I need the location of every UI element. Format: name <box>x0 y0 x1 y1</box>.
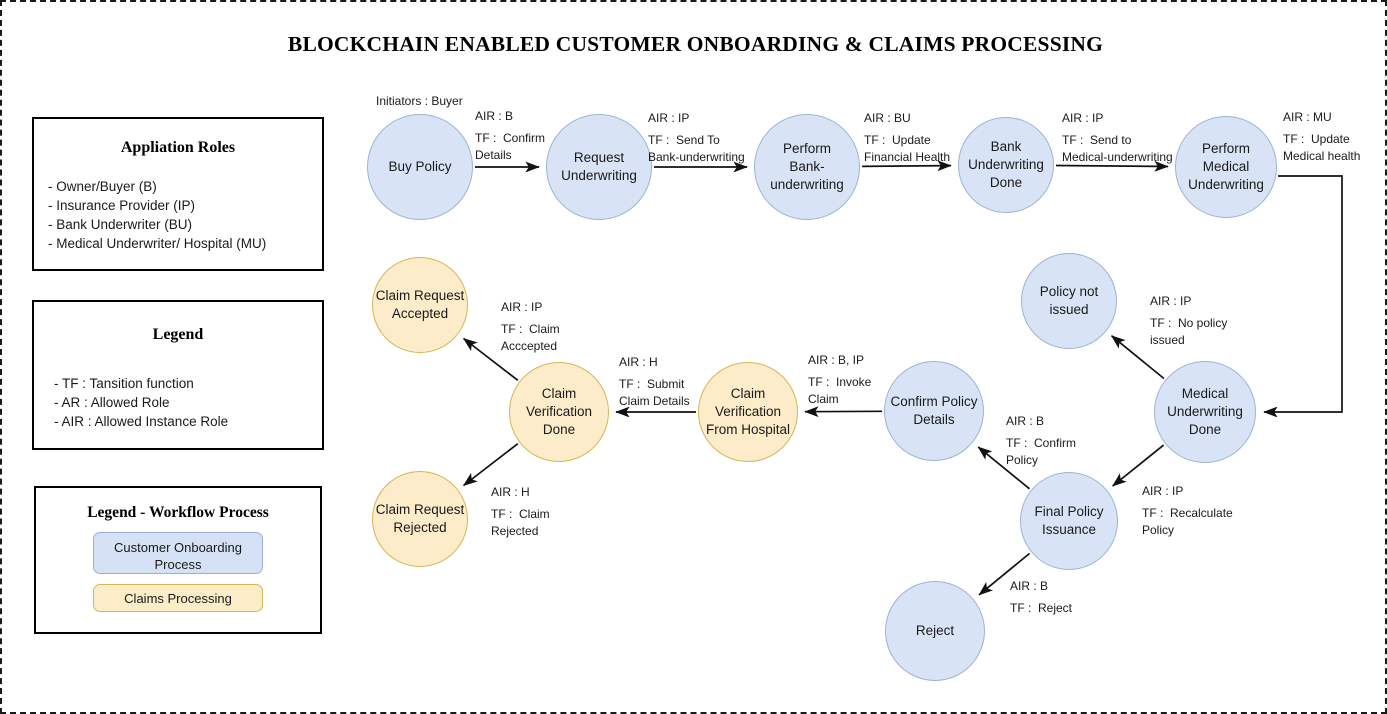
edge-air: AIR : IP <box>648 111 690 125</box>
edge-air: AIR : IP <box>1062 111 1104 125</box>
node-label: Claim Verification From Hospital <box>705 386 791 437</box>
edge-air: AIR : B <box>475 109 514 123</box>
edge-label-e10: AIR : B, IP TF : Invoke Claim <box>808 352 871 408</box>
node-perform-bank-underwriting[interactable]: Perform Bank- underwriting <box>754 114 860 220</box>
edge-tf: TF : No policy issued <box>1150 316 1228 347</box>
edge-air: AIR : IP <box>1142 484 1184 498</box>
node-label: Request Underwriting <box>561 150 637 183</box>
node-medical-underwriting-done[interactable]: Medical Underwriting Done <box>1154 361 1256 463</box>
edge-e5 <box>1263 175 1343 418</box>
node-label: Claim Request Accepted <box>375 288 465 321</box>
edge-label-e7: AIR : IP TF : Recalculate Policy <box>1142 483 1233 539</box>
edge-label-e4: AIR : IP TF : Send to Medical-underwritin… <box>1062 110 1173 166</box>
node-label: Buy Policy <box>388 159 452 174</box>
state-diagram: Initiators : Buyer Buy Policy Request Und… <box>2 2 1385 712</box>
node-policy-not-issued[interactable]: Policy not issued <box>1021 253 1117 349</box>
node-claim-verification-done[interactable]: Claim Verification Done <box>509 362 609 462</box>
edge-air: AIR : MU <box>1283 110 1332 124</box>
edge-tf: TF : Confirm Policy <box>1006 436 1077 467</box>
edge-tf: TF : Send to Medical-underwriting <box>1062 133 1173 164</box>
edge-label-e5: AIR : MU TF : Update Medical health <box>1283 109 1360 165</box>
edge-label-e11: AIR : H TF : Submit Claim Details <box>619 354 690 410</box>
edge-label-e9: AIR : B TF : Reject <box>1010 578 1072 617</box>
node-bank-underwriting-done[interactable]: Bank Underwriting Done <box>958 117 1054 213</box>
edge-tf: TF : Update Financial Health <box>864 133 951 164</box>
edge-air: AIR : BU <box>864 111 911 125</box>
edge-tf: TF : Submit Claim Details <box>619 377 690 408</box>
edge-tf: TF : Claim Acccepted <box>501 322 560 353</box>
initiator-note: Initiators : Buyer <box>376 94 463 108</box>
node-label: Perform Bank- underwriting <box>770 141 844 192</box>
edge-tf: TF : Claim Rejected <box>491 507 550 538</box>
edge-e7 <box>1112 444 1165 487</box>
node-label: Perform Medical Underwriting <box>1188 141 1264 192</box>
edge-label-e12: AIR : IP TF : Claim Acccepted <box>501 299 560 355</box>
edge-tf: TF : Recalculate Policy <box>1142 506 1233 537</box>
node-label: Reject <box>915 623 955 638</box>
edge-air: AIR : B <box>1010 579 1049 593</box>
edge-label-e6: AIR : IP TF : No policy issued <box>1150 293 1227 349</box>
edge-label-e8: AIR : B TF : Confirm Policy <box>1006 413 1076 469</box>
node-reject[interactable]: Reject <box>885 581 985 681</box>
edge-tf: TF : Send To Bank-underwriting <box>648 133 745 164</box>
edge-air: AIR : H <box>619 355 658 369</box>
edge-air: AIR : H <box>491 485 530 499</box>
edge-tf: TF : Update Medical health <box>1283 132 1361 163</box>
edge-tf: TF : Invoke Claim <box>808 375 872 406</box>
edge-air: AIR : IP <box>501 300 543 314</box>
edge-air: AIR : B <box>1006 414 1045 428</box>
node-label: Policy not issued <box>1039 284 1099 317</box>
node-label: Medical Underwriting Done <box>1167 386 1243 437</box>
edge-layer <box>462 160 1343 596</box>
node-label: Confirm Policy Details <box>890 394 978 427</box>
diagram-frame: BLOCKCHAIN ENABLED CUSTOMER ONBOARDING &… <box>0 0 1387 714</box>
node-buy-policy[interactable]: Buy Policy <box>367 114 473 220</box>
node-label: Claim Request Rejected <box>375 502 465 535</box>
edge-label-e2: AIR : IP TF : Send To Bank-underwriting <box>648 110 745 166</box>
node-label: Final Policy Issuance <box>1034 504 1104 537</box>
node-final-policy-issuance[interactable]: Final Policy Issuance <box>1020 472 1118 570</box>
edge-label-e1: AIR : B TF : Confirm Details <box>475 108 545 164</box>
edge-tf: TF : Confirm Details <box>475 131 546 162</box>
edge-air: AIR : B, IP <box>808 353 865 367</box>
node-request-underwriting[interactable]: Request Underwriting <box>546 114 652 220</box>
node-confirm-policy-details[interactable]: Confirm Policy Details <box>884 361 984 461</box>
node-label: Bank Underwriting Done <box>968 139 1044 190</box>
node-label: Claim Verification Done <box>525 386 593 437</box>
node-claim-request-accepted[interactable]: Claim Request Accepted <box>372 257 468 353</box>
edge-e13 <box>462 443 519 487</box>
edge-label-e13: AIR : H TF : Claim Rejected <box>491 484 550 540</box>
node-claim-request-rejected[interactable]: Claim Request Rejected <box>372 471 468 567</box>
edge-air: AIR : IP <box>1150 294 1192 308</box>
node-perform-medical-underwriting[interactable]: Perform Medical Underwriting <box>1175 116 1277 218</box>
edge-tf: TF : Reject <box>1010 601 1073 615</box>
node-claim-verification-hospital[interactable]: Claim Verification From Hospital <box>698 362 798 462</box>
edge-label-e3: AIR : BU TF : Update Financial Health <box>864 110 950 166</box>
